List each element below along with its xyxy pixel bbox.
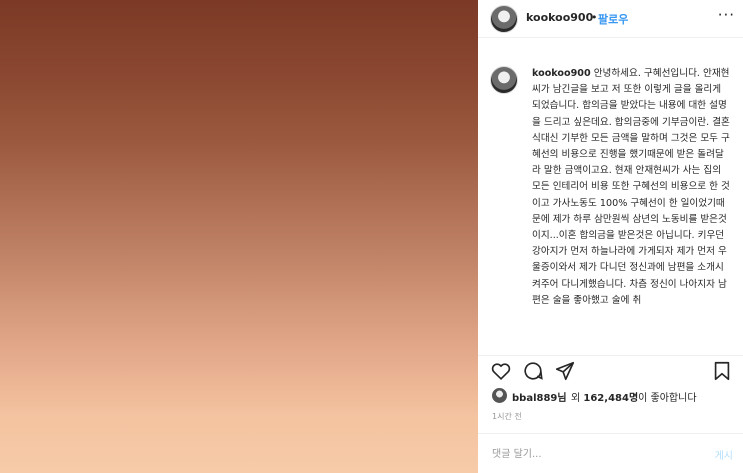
- share-icon[interactable]: [554, 360, 576, 382]
- post-header: kookoo900 • 팔로우 ···: [478, 0, 743, 38]
- post-comment-button[interactable]: 게시: [715, 447, 733, 462]
- likes-suffix: 이 좋아합니다: [638, 393, 697, 404]
- bookmark-icon[interactable]: [711, 360, 733, 382]
- comment-icon[interactable]: [522, 360, 544, 382]
- action-bar: [478, 355, 743, 385]
- comment-bar: 게시: [478, 433, 743, 473]
- comment-input[interactable]: [492, 446, 692, 462]
- author-avatar[interactable]: [490, 5, 518, 33]
- caption-section: kookoo900 안녕하세요. 구혜선입니다. 안재현씨가 남긴글을 보고 저…: [478, 60, 743, 355]
- author-username[interactable]: kookoo900: [526, 11, 593, 24]
- follow-button[interactable]: 팔로우: [598, 11, 628, 27]
- caption-username[interactable]: kookoo900: [532, 68, 591, 79]
- post-timestamp[interactable]: 1시간 전: [492, 411, 522, 422]
- header-separator: •: [591, 11, 598, 24]
- likes-count[interactable]: 162,484명: [583, 393, 638, 404]
- liker-username[interactable]: bbal889님: [512, 389, 567, 404]
- heart-icon[interactable]: [490, 360, 512, 382]
- likes-summary[interactable]: 외 162,484명이 좋아합니다: [571, 389, 697, 404]
- post-side-panel: kookoo900 • 팔로우 ··· kookoo900 안녕하세요. 구혜선…: [478, 0, 743, 473]
- caption-avatar[interactable]: [490, 66, 518, 94]
- caption-text: 안녕하세요. 구혜선입니다. 안재현씨가 남긴글을 보고 저 또한 이렇게 글을…: [532, 68, 730, 306]
- post-photo: [0, 0, 478, 473]
- likes-middle: 외: [571, 393, 584, 404]
- more-options-icon[interactable]: ···: [718, 6, 735, 24]
- liker-avatar[interactable]: [492, 388, 507, 403]
- caption: kookoo900 안녕하세요. 구혜선입니다. 안재현씨가 남긴글을 보고 저…: [532, 66, 732, 309]
